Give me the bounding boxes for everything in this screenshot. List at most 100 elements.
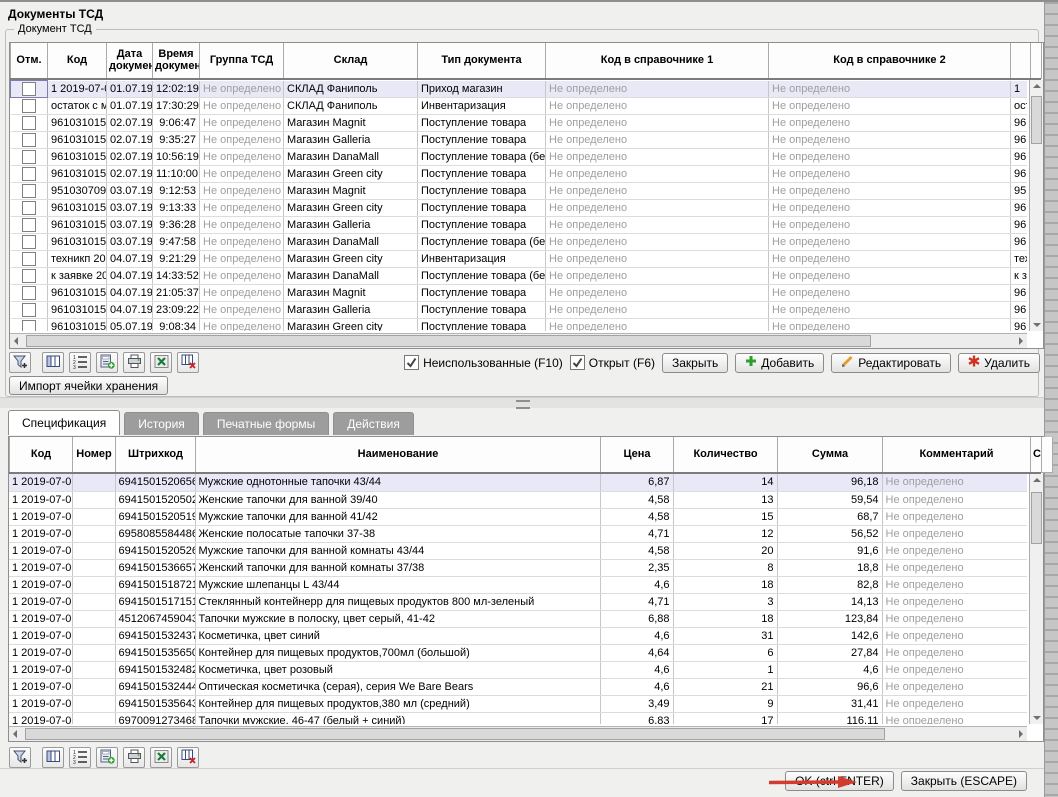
scroll-up-icon[interactable] <box>1033 478 1041 482</box>
scroll-right-icon[interactable] <box>1019 730 1023 738</box>
table-row[interactable]: 9610310155905.07.199:08:34Не определеноМ… <box>11 319 1028 332</box>
row-checkbox[interactable] <box>22 235 36 249</box>
scroll-right-icon[interactable] <box>1019 337 1023 345</box>
table-row[interactable]: 1 2019-07-016941501535643Контейнер для п… <box>9 695 1027 712</box>
column-header[interactable]: Склад <box>284 43 418 78</box>
column-header[interactable]: Отм. <box>11 43 48 78</box>
checkbox-cell[interactable] <box>11 98 48 115</box>
row-checkbox[interactable] <box>22 286 36 300</box>
column-setup-button[interactable] <box>42 747 64 768</box>
checkbox-cell[interactable] <box>11 166 48 183</box>
table-row[interactable]: 1 2019-07-014512067459043Тапочки мужские… <box>9 610 1027 627</box>
table-row[interactable]: 9610310155902.07.199:35:27Не определеноМ… <box>11 132 1028 149</box>
column-header[interactable]: Наименование <box>196 437 601 472</box>
tab-history[interactable]: История <box>124 412 199 435</box>
scroll-up-icon[interactable] <box>1033 84 1041 88</box>
checkbox-cell[interactable] <box>11 285 48 302</box>
calculator-add-button[interactable] <box>96 352 118 373</box>
import-storage-cell-button[interactable]: Импорт ячейки хранения <box>9 376 168 395</box>
column-header[interactable]: Код в справочнике 1 <box>546 43 769 78</box>
column-header[interactable]: Штрихкод <box>116 437 196 472</box>
table-row[interactable]: 1 2019-07-016941501532482Косметичка, цве… <box>9 661 1027 678</box>
vertical-scrollbar[interactable] <box>1029 80 1043 331</box>
column-header[interactable] <box>1011 43 1031 78</box>
column-header[interactable]: Тип документа <box>418 43 546 78</box>
scroll-left-icon[interactable] <box>14 337 18 345</box>
table-row[interactable]: 9610310155904.07.1923:09:22Не определено… <box>11 302 1028 319</box>
table-row[interactable]: 1 2019-07-016941501520526Мужские тапочки… <box>9 542 1027 559</box>
scrollbar-thumb[interactable] <box>1031 492 1042 544</box>
checkbox-cell[interactable] <box>11 268 48 285</box>
add-button[interactable]: Добавить <box>735 353 824 373</box>
column-delete-button[interactable] <box>177 352 199 373</box>
row-checkbox[interactable] <box>22 269 36 283</box>
horizontal-scrollbar[interactable] <box>9 726 1027 741</box>
row-checkbox[interactable] <box>22 201 36 215</box>
checkbox-cell[interactable] <box>11 200 48 217</box>
close-dialog-button[interactable]: Закрыть (ESCAPE) <box>901 771 1027 791</box>
table-row[interactable]: 1 2019-07-016941501520656Мужские однотон… <box>9 474 1027 491</box>
specification-table[interactable]: КодНомерШтрихкодНаименованиеЦенаКоличест… <box>8 436 1044 742</box>
printer-button[interactable] <box>123 352 145 373</box>
row-checkbox[interactable] <box>22 252 36 266</box>
row-checkbox[interactable] <box>22 150 36 164</box>
numbered-list-button[interactable]: 123 <box>69 747 91 768</box>
scroll-left-icon[interactable] <box>13 730 17 738</box>
numbered-list-button[interactable]: 123 <box>69 352 91 373</box>
column-header[interactable]: Цена <box>601 437 674 472</box>
scroll-down-icon[interactable] <box>1033 323 1041 327</box>
column-header[interactable]: Группа ТСД <box>200 43 284 78</box>
tab-print-forms[interactable]: Печатные формы <box>203 412 329 435</box>
table-row[interactable]: 9610310155903.07.199:36:28Не определеноМ… <box>11 217 1028 234</box>
column-header[interactable]: Номер <box>73 437 116 472</box>
table-row[interactable]: 9610310155902.07.1910:56:19Не определено… <box>11 149 1028 166</box>
table-row[interactable]: 1 2019-07-016941501532437Косметичка, цве… <box>9 627 1027 644</box>
table-row[interactable]: 1 2019-07-016941501518721Мужские шлепанц… <box>9 576 1027 593</box>
tab-actions[interactable]: Действия <box>333 412 414 435</box>
row-checkbox[interactable] <box>22 133 36 147</box>
checkbox-cell[interactable] <box>11 217 48 234</box>
column-header[interactable]: Код <box>48 43 107 78</box>
table-row[interactable]: 1 2019-07-016941501532444Оптическая косм… <box>9 678 1027 695</box>
column-header[interactable]: Комментарий <box>883 437 1031 472</box>
printer-button[interactable] <box>123 747 145 768</box>
filter-add-button[interactable] <box>9 352 31 373</box>
delete-button[interactable]: Удалить <box>958 353 1040 373</box>
row-checkbox[interactable] <box>22 218 36 232</box>
unused-filter-checkbox[interactable]: Неиспользованные (F10) <box>404 355 563 370</box>
scroll-down-icon[interactable] <box>1033 716 1041 720</box>
table-row[interactable]: к заявке 201904.07.1914:33:52Не определе… <box>11 268 1028 285</box>
column-header[interactable]: Код в справочнике 2 <box>769 43 1011 78</box>
row-checkbox[interactable] <box>22 116 36 130</box>
row-checkbox[interactable] <box>22 184 36 198</box>
table-row[interactable]: 1 2019-07-016941501520519Мужские тапочки… <box>9 508 1027 525</box>
row-checkbox[interactable] <box>22 303 36 317</box>
checkbox-cell[interactable] <box>11 302 48 319</box>
scrollbar-thumb[interactable] <box>26 335 871 347</box>
calculator-add-button[interactable] <box>96 747 118 768</box>
row-checkbox[interactable] <box>22 82 36 96</box>
column-header[interactable]: Код <box>10 437 73 472</box>
close-document-button[interactable]: Закрыть <box>662 353 728 373</box>
checkbox-checked-icon[interactable] <box>570 355 585 370</box>
checkbox-cell[interactable] <box>11 115 48 132</box>
checkbox-checked-icon[interactable] <box>404 355 419 370</box>
row-checkbox[interactable] <box>22 320 36 331</box>
checkbox-cell[interactable] <box>11 81 48 98</box>
table-row[interactable]: техникп 201904.07.199:21:29Не определено… <box>11 251 1028 268</box>
row-checkbox[interactable] <box>22 167 36 181</box>
table-row[interactable]: 9610310155902.07.199:06:47Не определеноМ… <box>11 115 1028 132</box>
table-row[interactable]: 1 2019-07-016958085584486Женские полосат… <box>9 525 1027 542</box>
documents-table[interactable]: Отм.КодДата докуменВремя докуменГруппа Т… <box>9 42 1044 349</box>
table-row[interactable]: 9610310155903.07.199:13:33Не определеноМ… <box>11 200 1028 217</box>
vertical-scrollbar[interactable] <box>1029 474 1043 724</box>
edit-button[interactable]: Редактировать <box>831 353 951 373</box>
scrollbar-thumb[interactable] <box>25 728 885 740</box>
column-header[interactable]: Время докумен <box>153 43 200 78</box>
table-row[interactable]: 1 2019-07-016941501520502Женские тапочки… <box>9 491 1027 508</box>
column-delete-button[interactable] <box>177 747 199 768</box>
column-header[interactable]: Количество <box>674 437 778 472</box>
column-setup-button[interactable] <box>42 352 64 373</box>
checkbox-cell[interactable] <box>11 251 48 268</box>
table-row[interactable]: 1 2019-07-016941501535650Контейнер для п… <box>9 644 1027 661</box>
